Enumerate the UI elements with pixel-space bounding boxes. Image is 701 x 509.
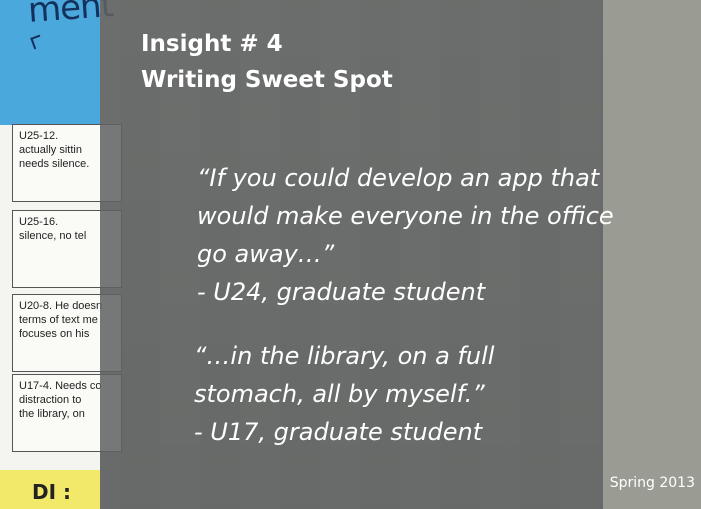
quote-attribution: - U17, graduate student xyxy=(194,418,483,446)
quote-line: stomach, all by myself.” xyxy=(194,380,485,408)
quote-line: “If you could develop an app that xyxy=(197,164,600,192)
blue-sticky-note: ment xyxy=(0,0,114,125)
insight-number: Insight # 4 xyxy=(141,31,283,57)
quote-line: would make everyone in the office xyxy=(197,202,614,230)
yellow-note-text: DI : xyxy=(32,480,72,504)
quote-attribution: - U24, graduate student xyxy=(197,278,486,306)
quote-line: go away…” xyxy=(197,240,335,268)
date-footer: Spring 2013 xyxy=(609,475,695,491)
quote-2: “…in the library, on a full stomach, all… xyxy=(194,337,494,451)
slide-title: Insight # 4 Writing Sweet Spot xyxy=(141,26,393,98)
blue-note-mark xyxy=(30,34,44,50)
quote-line: “…in the library, on a full xyxy=(194,342,495,370)
quote-1: “If you could develop an app that would … xyxy=(197,159,614,311)
background-right-area xyxy=(603,0,701,509)
insight-name: Writing Sweet Spot xyxy=(141,67,393,93)
